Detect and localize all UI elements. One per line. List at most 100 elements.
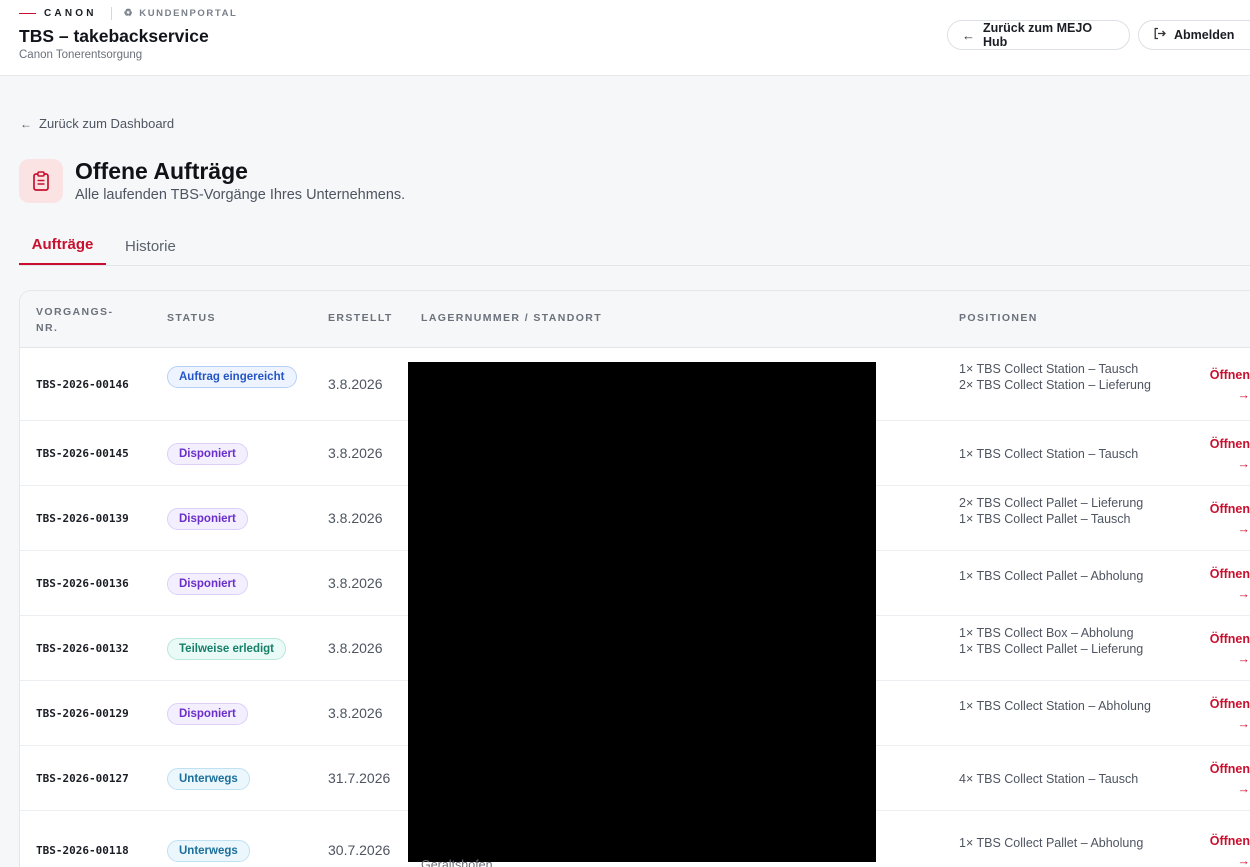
positions-cell: 1× TBS Collect Station – Abholung [959, 698, 1159, 714]
status-badge: Disponiert [167, 702, 248, 725]
tab-historie[interactable]: Historie [125, 226, 176, 266]
position-line: 1× TBS Collect Box – Abholung [959, 625, 1134, 640]
order-number: TBS-2026-00139 [36, 511, 129, 525]
positions-cell: 1× TBS Collect Pallet – Abholung [959, 568, 1159, 584]
open-label: Öffnen [1209, 436, 1250, 451]
order-number: TBS-2026-00136 [36, 576, 129, 590]
portal-label: ♻ KUNDENPORTAL [124, 8, 238, 19]
position-line: 1× TBS Collect Station – Tausch [959, 361, 1139, 376]
order-number: TBS-2026-00129 [36, 706, 129, 720]
created-date: 3.8.2026 [328, 574, 383, 591]
order-number: TBS-2026-00145 [36, 446, 129, 460]
positions-cell: 1× TBS Collect Box – Abholung 1× TBS Coll… [959, 625, 1159, 657]
arrow-right-icon: → [1237, 387, 1250, 402]
created-date: 3.8.2026 [328, 375, 383, 392]
open-link[interactable]: Öffnen → [1192, 365, 1250, 405]
logout-icon [1153, 27, 1166, 43]
tab-bar: Aufträge Historie [19, 226, 1250, 266]
order-number: TBS-2026-00132 [36, 641, 129, 655]
arrow-right-icon: → [1237, 651, 1250, 666]
brand-logo-text: CANON [44, 7, 97, 19]
arrow-left-icon: ← [20, 116, 32, 131]
created-date: 30.7.2026 [328, 842, 391, 858]
open-link[interactable]: Öffnen → [1192, 629, 1250, 669]
order-number: TBS-2026-00118 [36, 844, 129, 857]
position-line: 1× TBS Collect Pallet – Abholung [959, 568, 1144, 583]
open-label: Öffnen [1209, 566, 1250, 581]
arrow-right-icon: → [1237, 586, 1250, 601]
arrow-left-icon: ← [962, 27, 975, 43]
tab-auftraege[interactable]: Aufträge [19, 226, 106, 265]
column-header-lager: LAGERNUMMER / STANDORT [421, 312, 603, 324]
created-date: 31.7.2026 [328, 769, 391, 786]
status-badge: Unterwegs [167, 767, 250, 790]
back-to-hub-label: Zurück zum MEJO Hub [983, 21, 1093, 49]
arrow-right-icon: → [1237, 716, 1250, 731]
order-number: TBS-2026-00146 [36, 377, 129, 391]
open-link[interactable]: Öffnen → [1192, 434, 1250, 474]
open-label: Öffnen [1209, 631, 1250, 646]
logout-label: Abmelden [1174, 28, 1235, 42]
back-to-dashboard-link[interactable]: ← Zurück zum Dashboard [20, 116, 174, 131]
positions-cell: 1× TBS Collect Station – Tausch 2× TBS Co… [959, 361, 1159, 393]
redacted-region [408, 362, 876, 862]
status-badge: Disponiert [167, 442, 248, 465]
portal-label-text: KUNDENPORTAL [139, 7, 238, 19]
created-date: 3.8.2026 [328, 509, 383, 526]
open-label: Öffnen [1209, 367, 1250, 382]
open-link[interactable]: Öffnen → [1192, 759, 1250, 799]
logout-button[interactable]: Abmelden [1138, 20, 1250, 50]
positions-cell: 2× TBS Collect Pallet – Lieferung 1× TBS … [959, 495, 1159, 527]
open-label: Öffnen [1209, 761, 1250, 776]
open-link[interactable]: Öffnen → [1192, 564, 1250, 604]
back-to-dashboard-label: Zurück zum Dashboard [39, 116, 175, 131]
arrow-right-icon: → [1237, 781, 1250, 796]
positions-cell: 1× TBS Collect Pallet – Abholung [959, 835, 1159, 851]
top-header: CANON ♻ KUNDENPORTAL TBS – takebackservi… [0, 0, 1250, 76]
column-header-status: STATUS [167, 312, 216, 324]
open-label: Öffnen [1209, 696, 1250, 711]
column-header-nr: VORGANGS-NR. [36, 306, 114, 334]
status-badge: Teilweise erledigt [167, 637, 287, 660]
order-number: TBS-2026-00127 [36, 771, 129, 785]
arrow-right-icon: → [1237, 854, 1250, 867]
arrow-right-icon: → [1237, 456, 1250, 471]
brand-divider [110, 6, 112, 20]
position-line: 1× TBS Collect Pallet – Tausch [959, 511, 1131, 526]
position-line: 2× TBS Collect Pallet – Lieferung [959, 495, 1144, 510]
clipboard-icon [19, 159, 63, 203]
open-label: Öffnen [1209, 834, 1250, 848]
location-fragment: Geraltshofen [421, 858, 493, 867]
open-label: Öffnen [1209, 501, 1250, 516]
page-description: Alle laufenden TBS-Vorgänge Ihres Untern… [75, 187, 406, 203]
brand: CANON ♻ KUNDENPORTAL [19, 6, 237, 20]
app-subtitle: Canon Tonerentsorgung [19, 49, 143, 61]
position-line: 1× TBS Collect Pallet – Lieferung [959, 641, 1144, 656]
position-line: 2× TBS Collect Station – Lieferung [959, 377, 1151, 392]
page-title: Offene Aufträge [75, 158, 248, 184]
recycle-icon: ♻ [123, 7, 135, 19]
app-title: TBS – takebackservice [19, 26, 209, 46]
status-badge: Disponiert [167, 507, 248, 530]
status-badge: Auftrag eingereicht [167, 365, 297, 388]
position-line: 4× TBS Collect Station – Tausch [959, 771, 1139, 786]
open-link[interactable]: Öffnen → [1192, 694, 1250, 734]
open-link[interactable]: Öffnen → [1192, 499, 1250, 539]
created-date: 3.8.2026 [328, 444, 383, 461]
position-line: 1× TBS Collect Pallet – Abholung [959, 836, 1144, 850]
position-line: 1× TBS Collect Station – Tausch [959, 446, 1139, 461]
status-badge: Unterwegs [167, 840, 250, 862]
arrow-right-icon: → [1237, 521, 1250, 536]
created-date: 3.8.2026 [328, 704, 383, 721]
positions-cell: 1× TBS Collect Station – Tausch [959, 446, 1159, 462]
column-header-positions: POSITIONEN [959, 312, 1038, 324]
position-line: 1× TBS Collect Station – Abholung [959, 698, 1151, 713]
back-to-hub-button[interactable]: ← Zurück zum MEJO Hub [947, 20, 1130, 50]
status-badge: Disponiert [167, 572, 248, 595]
positions-cell: 4× TBS Collect Station – Tausch [959, 771, 1159, 787]
created-date: 3.8.2026 [328, 639, 383, 656]
column-header-created: ERSTELLT [328, 312, 393, 324]
table-header: VORGANGS-NR. STATUS ERSTELLT LAGERNUMMER… [20, 291, 1250, 348]
brand-accent-line [19, 12, 36, 14]
open-link[interactable]: Öffnen → [1192, 831, 1250, 867]
